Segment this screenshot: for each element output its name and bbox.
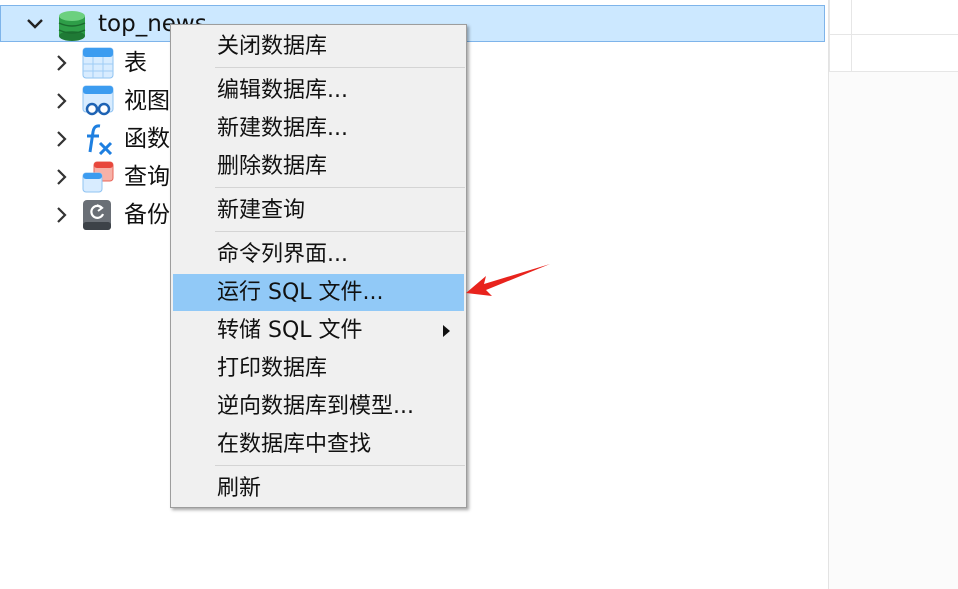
menu-item-edit-database[interactable]: 编辑数据库...	[173, 72, 464, 109]
tree-item-functions[interactable]: 函数	[0, 120, 170, 158]
menu-separator	[215, 465, 465, 466]
menu-item-console[interactable]: 命令列界面...	[173, 236, 464, 273]
menu-item-run-sql-file[interactable]: 运行 SQL 文件...	[173, 274, 464, 311]
tree-item-label: 查询	[124, 164, 170, 190]
chevron-right-icon[interactable]	[52, 91, 72, 111]
grid-cell	[829, 34, 853, 72]
chevron-right-icon[interactable]	[52, 53, 72, 73]
tree-item-label: 表	[124, 50, 147, 76]
view-icon	[82, 85, 114, 116]
menu-item-new-database[interactable]: 新建数据库...	[173, 110, 464, 147]
menu-item-new-query[interactable]: 新建查询	[173, 192, 464, 229]
context-menu: 关闭数据库 编辑数据库... 新建数据库... 删除数据库 新建查询 命令列界面…	[170, 24, 467, 508]
table-icon	[82, 47, 114, 79]
menu-item-print-database[interactable]: 打印数据库	[173, 350, 464, 387]
query-icon	[82, 161, 114, 193]
menu-item-refresh[interactable]: 刷新	[173, 470, 464, 507]
function-icon	[87, 124, 113, 155]
grid-cell	[829, 0, 853, 37]
tree-item-backups[interactable]: 备份	[0, 196, 170, 234]
chevron-right-icon[interactable]	[52, 167, 72, 187]
chevron-down-icon[interactable]	[25, 14, 45, 34]
database-icon	[58, 11, 86, 41]
submenu-arrow-icon	[443, 325, 450, 337]
menu-item-close-database[interactable]: 关闭数据库	[173, 28, 464, 65]
menu-separator	[215, 231, 465, 232]
tree-item-label: 函数	[124, 126, 170, 152]
menu-item-delete-database[interactable]: 删除数据库	[173, 148, 464, 185]
menu-item-label: 转储 SQL 文件	[217, 318, 363, 343]
tree-item-queries[interactable]: 查询	[0, 158, 170, 196]
menu-item-reverse-to-model[interactable]: 逆向数据库到模型...	[173, 388, 464, 425]
tree-item-tables[interactable]: 表	[0, 44, 170, 82]
object-panel	[828, 0, 958, 589]
grid-cell	[851, 34, 958, 72]
tree-item-label: 备份	[124, 202, 170, 228]
backup-icon	[83, 200, 111, 230]
partial-connection-icon	[56, 0, 90, 4]
red-arrow-icon	[466, 264, 550, 296]
menu-item-find-in-database[interactable]: 在数据库中查找	[173, 426, 464, 463]
menu-item-dump-sql-file[interactable]: 转储 SQL 文件	[173, 312, 464, 349]
tree-item-label: 视图	[124, 88, 170, 114]
chevron-right-icon[interactable]	[52, 129, 72, 149]
grid-cell	[851, 0, 958, 37]
menu-separator	[215, 187, 465, 188]
menu-separator	[215, 67, 465, 68]
chevron-right-icon[interactable]	[52, 205, 72, 225]
tree-item-views[interactable]: 视图	[0, 82, 170, 120]
